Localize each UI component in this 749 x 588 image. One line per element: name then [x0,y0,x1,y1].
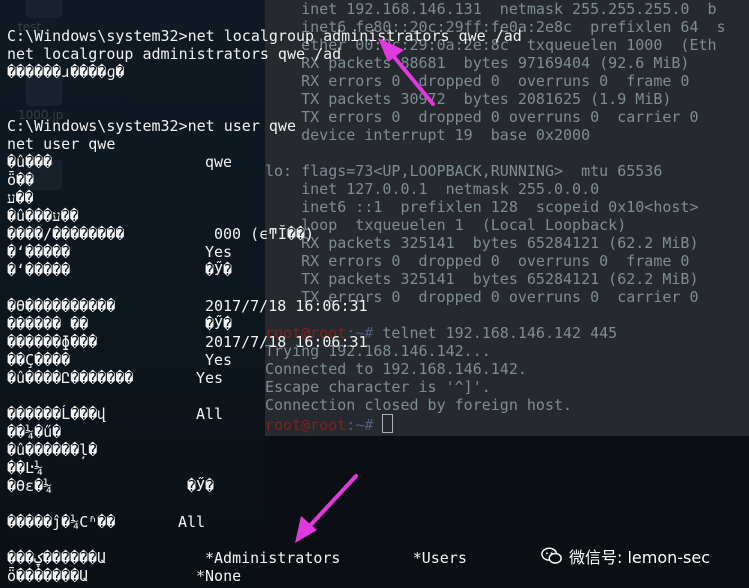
user-field-label: ��Ŀ¼ [7,459,44,477]
user-field-value: All [178,513,206,531]
user-field-label: �û����Ը������� [7,369,134,387]
user-field-label: ������ɸ��� [7,333,98,351]
cmd-prompt-net-user: C:\Windows\system32>net user qwe [7,117,296,135]
user-field-value: �Ӳ� [187,477,215,495]
user-field-label: ע�� [7,189,34,207]
user-field-value: Yes [205,243,233,261]
user-field-label: �����ĵ�¼Сʱ�� [7,513,116,531]
user-field-label: ��¼�ű� [7,423,62,441]
windows-cmd-window[interactable]: C:\Windows\system32>net localgroup admin… [0,0,749,588]
user-field-value: qwe [205,153,233,171]
user-field-label: �ϴε�¼ [7,477,53,495]
local-group-memberships: *Administrators *Users [205,549,467,567]
wechat-icon [541,547,562,564]
user-field-label: ȫ�������Ա [7,567,89,585]
user-field-label: ������Ĺ���վ [7,405,107,423]
user-field-value: Yes [196,369,224,387]
user-field-value: 000 (ϵͳĬ��) [214,225,315,243]
user-field-label: ������ �� [7,315,89,333]
cmd-prompt-localgroup: C:\Windows\system32>net localgroup admin… [7,27,522,45]
global-group-memberships: *None [196,567,242,585]
user-field-label: ��Ҫ���� [7,351,71,369]
user-field-label: �ʻ����� [7,261,71,279]
cmd-echo-localgroup: net localgroup administrators qwe /ad [7,45,342,63]
user-field-label: ���ؼ������Ա [7,549,107,567]
user-field-label: �ʻ����� [7,243,71,261]
watermark-text: 微信号: lemon-sec [569,548,711,567]
user-field-label: ȫ�� [7,171,35,189]
wechat-watermark: 微信号: lemon-sec [541,542,710,570]
user-field-value: Yes [205,351,233,369]
user-field-label: �û��� [7,153,53,171]
cmd-result-success: ������ɹ����ɡ� [7,63,125,81]
user-field-value: 2017/7/18 16:06:31 [205,297,368,315]
user-field-label: ����/�������� [7,225,125,243]
user-field-label: �û���ע�� [7,207,79,225]
user-field-label: �ϴ���������� [7,297,116,315]
user-field-value: �Ӳ� [205,261,233,279]
user-field-label: �û������ļ� [7,441,98,459]
user-field-value: All [196,405,224,423]
cmd-echo-net-user: net user qwe [7,135,116,153]
user-field-value: 2017/7/18 16:06:31 [205,333,368,351]
user-field-value: �Ӳ� [205,315,233,333]
